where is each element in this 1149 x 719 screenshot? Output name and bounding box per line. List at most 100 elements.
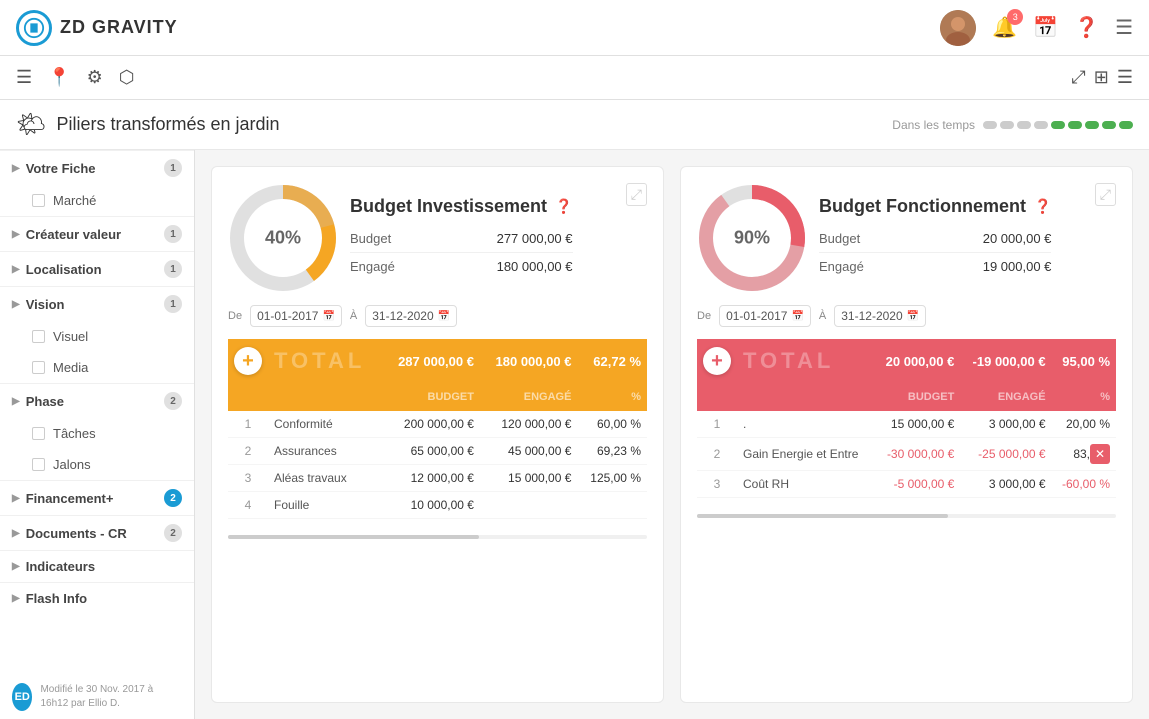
- sidebar-item-taches[interactable]: Tâches: [0, 418, 194, 449]
- fonctionnement-header-row: BUDGET ENGAGÉ %: [697, 383, 1116, 411]
- top-nav: G ZD GRAVITY 🔔 3 📅 ❓ ☰: [0, 0, 1149, 56]
- badge: 1: [164, 260, 182, 278]
- second-nav-left: ☰ 📍 ⚙ ⬡: [16, 67, 134, 88]
- donut-investment: 40%: [228, 183, 338, 293]
- svg-text:G: G: [30, 23, 37, 33]
- nav-right: 🔔 3 📅 ❓ ☰: [940, 10, 1133, 46]
- help-icon-fonctionnement[interactable]: ❓: [1034, 198, 1051, 215]
- checkbox-jalons[interactable]: [32, 458, 45, 471]
- calendar-icon-to-fonct: 📅: [907, 311, 919, 322]
- dot-2: [1000, 121, 1014, 129]
- page-title-right: Dans les temps: [892, 118, 1133, 132]
- hamburger-icon[interactable]: ☰: [1115, 15, 1133, 40]
- sidebar-item-vision[interactable]: ▶ Vision 1: [0, 286, 194, 321]
- calendar-icon[interactable]: 📅: [1033, 15, 1058, 40]
- badge: 2: [164, 392, 182, 410]
- checkbox-visuel[interactable]: [32, 330, 45, 343]
- sidebar-item-localisation[interactable]: ▶ Localisation 1: [0, 251, 194, 286]
- main-layout: ▶ Votre Fiche 1 Marché ▶ Créateur valeur…: [0, 150, 1149, 719]
- help-icon[interactable]: ❓: [1074, 15, 1099, 40]
- location-icon[interactable]: 📍: [48, 67, 70, 88]
- avatar: [940, 10, 976, 46]
- budget-fonctionnement-card: 90% Budget Fonctionnement ❓ Budget 20 00…: [680, 166, 1133, 703]
- investment-title: Budget Investissement: [350, 196, 547, 217]
- page-title-left: 🌤 Piliers transformés en jardin: [16, 110, 280, 139]
- fonctionnement-table-scroll: + TOTAL 20 000,00 € -19 000,00 € 95,00 %…: [697, 339, 1116, 498]
- to-date-input[interactable]: 31-12-2020 📅: [365, 305, 457, 327]
- card-header-fonctionnement: 90% Budget Fonctionnement ❓ Budget 20 00…: [697, 183, 1116, 293]
- dot-3: [1017, 121, 1031, 129]
- calendar-icon-to: 📅: [438, 311, 450, 322]
- budget-label: Budget: [350, 231, 391, 246]
- expand-icon-investment[interactable]: ⤢: [626, 183, 647, 206]
- dot-7: [1085, 121, 1099, 129]
- sidebar-label: Votre Fiche: [26, 161, 96, 176]
- to-date-input-fonct[interactable]: 31-12-2020 📅: [834, 305, 926, 327]
- investment-table-scroll: + TOTAL 287 000,00 € 180 000,00 € 62,72 …: [228, 339, 647, 519]
- table-row: 4 Fouille 10 000,00 €: [228, 492, 647, 519]
- fonctionnement-table: + TOTAL 20 000,00 € -19 000,00 € 95,00 %…: [697, 339, 1116, 498]
- expand-icon-fonctionnement[interactable]: ⤢: [1095, 183, 1116, 206]
- menu-icon[interactable]: ☰: [16, 67, 32, 88]
- checkbox-marche[interactable]: [32, 194, 45, 207]
- notification-bell[interactable]: 🔔 3: [992, 15, 1017, 40]
- sidebar-item-visuel[interactable]: Visuel: [0, 321, 194, 352]
- sidebar-item-financement[interactable]: ▶ Financement+ 2: [0, 480, 194, 515]
- modified-text: Modifié le 30 Nov. 2017 à 16h12 par Elli…: [40, 683, 183, 711]
- sidebar-item-media[interactable]: Media: [0, 352, 194, 383]
- layers-icon[interactable]: ⬡: [119, 67, 135, 88]
- budget-value-fonct: 20 000,00 €: [983, 231, 1052, 246]
- help-icon-investment[interactable]: ❓: [555, 198, 572, 215]
- from-date-value-fonct: 01-01-2017: [726, 309, 787, 323]
- sidebar-label: Indicateurs: [26, 559, 95, 574]
- checkbox-taches[interactable]: [32, 427, 45, 440]
- add-fonctionnement-button[interactable]: +: [703, 347, 731, 375]
- checkbox-media[interactable]: [32, 361, 45, 374]
- status-label: Dans les temps: [892, 118, 975, 132]
- app-name: ZD GRAVITY: [60, 17, 178, 38]
- grid-icon[interactable]: ⊞: [1094, 67, 1109, 88]
- sidebar-item-marche[interactable]: Marché: [0, 185, 194, 216]
- card-header-investment: 40% Budget Investissement ❓ Budget 277 0…: [228, 183, 647, 293]
- investment-table: + TOTAL 287 000,00 € 180 000,00 € 62,72 …: [228, 339, 647, 519]
- sidebar-item-jalons[interactable]: Jalons: [0, 449, 194, 480]
- sidebar-label: Localisation: [26, 262, 102, 277]
- investment-header-row: BUDGET ENGAGÉ %: [228, 383, 647, 411]
- arrow-icon: ▶: [12, 528, 20, 539]
- more-icon[interactable]: ☰: [1117, 67, 1133, 88]
- sidebar-item-indicateurs[interactable]: ▶ Indicateurs: [0, 550, 194, 582]
- engaged-value-fonct: 19 000,00 €: [983, 259, 1052, 274]
- arrow-icon: ▶: [12, 163, 20, 174]
- badge: 1: [164, 225, 182, 243]
- investment-info: Budget Investissement ❓ Budget 277 000,0…: [350, 196, 573, 280]
- settings-icon[interactable]: ⚙: [87, 67, 103, 88]
- from-date-input[interactable]: 01-01-2017 📅: [250, 305, 342, 327]
- add-investment-button[interactable]: +: [234, 347, 262, 375]
- sidebar-label: Tâches: [53, 426, 96, 441]
- sidebar-item-documents-cr[interactable]: ▶ Documents - CR 2: [0, 515, 194, 550]
- budget-value: 277 000,00 €: [497, 231, 573, 246]
- table-row: 1 . 15 000,00 € 3 000,00 € 20,00 %: [697, 411, 1116, 438]
- calendar-icon-from-fonct: 📅: [791, 311, 803, 322]
- sidebar-item-flash-info[interactable]: ▶ Flash Info: [0, 582, 194, 614]
- badge: 2: [164, 524, 182, 542]
- fonctionnement-engaged-row: Engagé 19 000,00 €: [819, 253, 1051, 280]
- close-btn[interactable]: ✕: [1090, 447, 1110, 461]
- arrow-icon: ▶: [12, 264, 20, 275]
- sidebar-item-votre-fiche[interactable]: ▶ Votre Fiche 1: [0, 150, 194, 185]
- user-avatar: ED: [12, 683, 32, 711]
- table-row: 2 Assurances 65 000,00 € 45 000,00 € 69,…: [228, 438, 647, 465]
- sidebar: ▶ Votre Fiche 1 Marché ▶ Créateur valeur…: [0, 150, 195, 719]
- sidebar-label: Media: [53, 360, 88, 375]
- sidebar-item-createur-valeur[interactable]: ▶ Créateur valeur 1: [0, 216, 194, 251]
- calendar-icon-from: 📅: [322, 311, 334, 322]
- sidebar-label: Phase: [26, 394, 64, 409]
- total-percent: 62,72 %: [577, 339, 647, 383]
- notification-badge: 3: [1007, 9, 1023, 25]
- donut-percent: 40%: [265, 228, 301, 249]
- dot-9: [1119, 121, 1133, 129]
- sidebar-item-phase[interactable]: ▶ Phase 2: [0, 383, 194, 418]
- expand-icon[interactable]: ⤢: [1071, 67, 1085, 88]
- table-row: 2 Gain Energie et Entre -30 000,00 € -25…: [697, 438, 1116, 471]
- from-date-input-fonct[interactable]: 01-01-2017 📅: [719, 305, 811, 327]
